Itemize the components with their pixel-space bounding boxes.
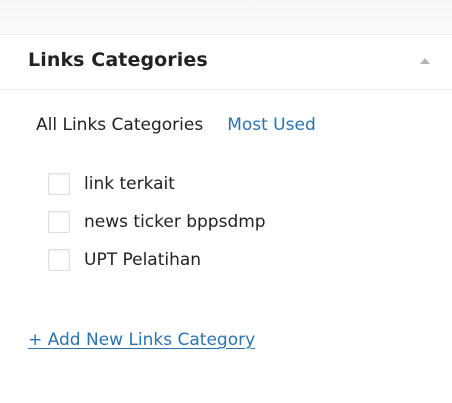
collapse-toggle-button[interactable] xyxy=(412,48,438,74)
add-new-links-category-link[interactable]: + Add New Links Category xyxy=(28,330,255,350)
category-label: link terkait xyxy=(84,174,175,194)
category-checkbox[interactable] xyxy=(48,211,70,233)
links-categories-panel: Links Categories All Links Categories Mo… xyxy=(0,0,452,403)
panel-title: Links Categories xyxy=(28,49,208,71)
triangle-up-icon xyxy=(420,58,430,64)
list-item[interactable]: UPT Pelatihan xyxy=(48,248,266,272)
category-label: UPT Pelatihan xyxy=(84,250,202,270)
category-checklist: link terkait news ticker bppsdmp UPT Pel… xyxy=(48,172,266,286)
list-item[interactable]: link terkait xyxy=(48,172,266,196)
tab-most-used[interactable]: Most Used xyxy=(227,115,316,135)
panel-header: Links Categories xyxy=(0,34,452,90)
category-checkbox[interactable] xyxy=(48,249,70,271)
category-checkbox[interactable] xyxy=(48,173,70,195)
category-label: news ticker bppsdmp xyxy=(84,212,266,232)
tab-all-links-categories[interactable]: All Links Categories xyxy=(36,115,203,135)
category-tabs: All Links Categories Most Used xyxy=(36,112,316,138)
list-item[interactable]: news ticker bppsdmp xyxy=(48,210,266,234)
top-strip xyxy=(0,0,452,35)
